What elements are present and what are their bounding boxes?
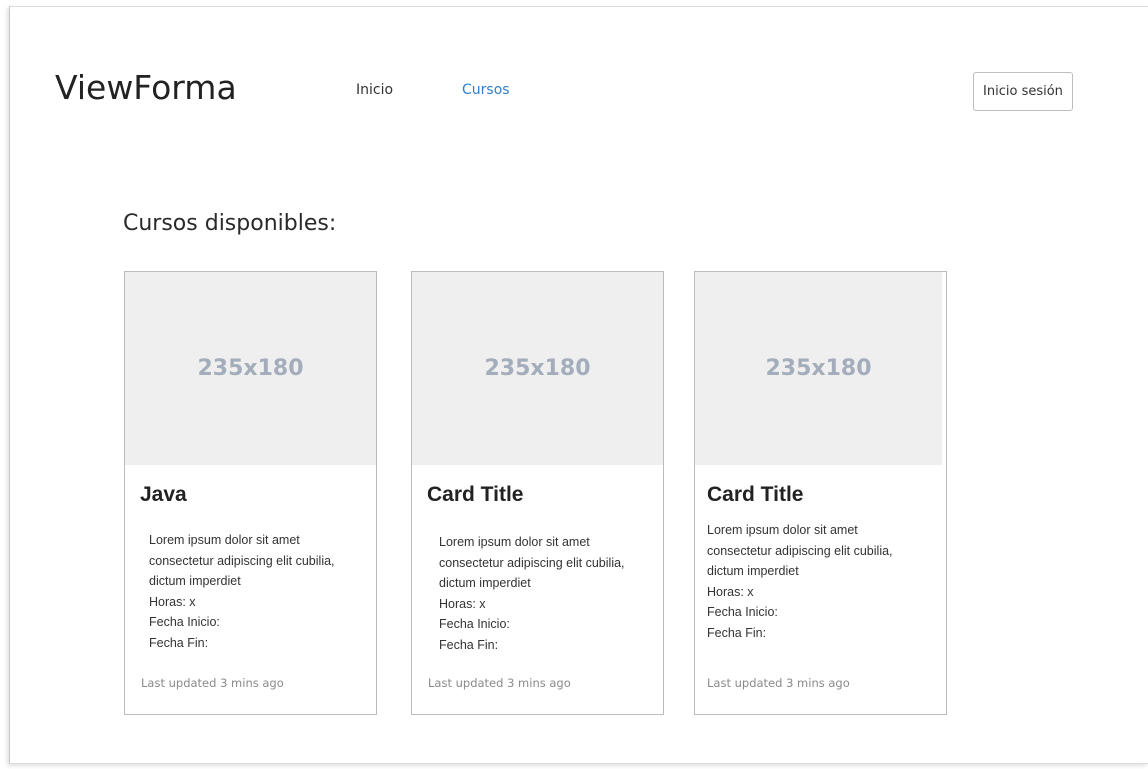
course-card-java[interactable]: 235x180 Java Lorem ipsum dolor sit amet … [124,271,377,715]
nav-link-inicio[interactable]: Inicio [356,81,393,99]
card-description: Lorem ipsum dolor sit amet consectetur a… [707,520,927,643]
card-hours: Horas: x [707,584,754,599]
nav-link-cursos[interactable]: Cursos [462,81,510,99]
card-hours: Horas: x [149,594,196,609]
card-description: Lorem ipsum dolor sit amet consectetur a… [149,530,369,653]
card-end-date: Fecha Fin: [149,635,209,650]
course-card-3[interactable]: 235x180 Card Title Lorem ipsum dolor sit… [694,271,947,715]
card-description-line: Lorem ipsum dolor sit amet [439,535,590,549]
card-description-line: consectetur adipiscing elit cubilia, [149,553,335,568]
card-start-date: Fecha Inicio: [707,605,778,619]
card-start-date: Fecha Inicio: [149,615,220,629]
card-image-placeholder: 235x180 [412,272,663,465]
card-footer: Last updated 3 mins ago [141,676,284,690]
card-description-line: dictum imperdiet [707,564,799,578]
card-image-placeholder: 235x180 [695,272,942,465]
card-description-line: Lorem ipsum dolor sit amet [707,523,858,537]
card-description-line: dictum imperdiet [149,574,241,588]
card-footer: Last updated 3 mins ago [428,676,571,690]
card-description-line: dictum imperdiet [439,576,531,590]
card-image-placeholder: 235x180 [125,272,376,465]
card-title: Card Title [707,483,804,506]
login-button[interactable]: Inicio sesión [973,72,1073,111]
brand-logo[interactable]: ViewForma [55,68,237,108]
section-title: Cursos disponibles: [123,211,337,236]
card-end-date: Fecha Fin: [439,637,499,652]
card-description-line: consectetur adipiscing elit cubilia, [439,555,625,570]
card-start-date: Fecha Inicio: [439,617,510,631]
card-footer: Last updated 3 mins ago [707,676,850,690]
card-hours: Horas: x [439,596,486,611]
card-title: Java [140,483,187,506]
card-end-date: Fecha Fin: [707,625,767,640]
card-description: Lorem ipsum dolor sit amet consectetur a… [439,532,659,655]
card-description-line: Lorem ipsum dolor sit amet [149,533,300,547]
card-description-line: consectetur adipiscing elit cubilia, [707,543,893,558]
course-card-2[interactable]: 235x180 Card Title Lorem ipsum dolor sit… [411,271,664,715]
card-title: Card Title [427,483,524,506]
